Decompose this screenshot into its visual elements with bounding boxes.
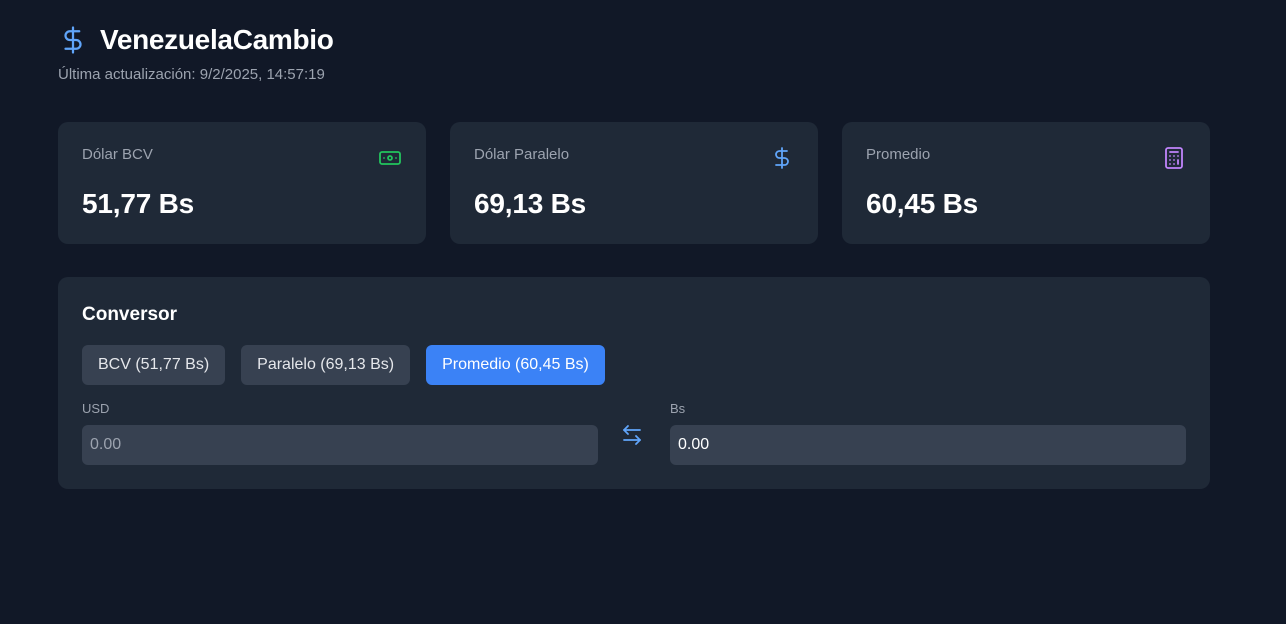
arrow-left-right-icon [620, 423, 648, 447]
card-label: Promedio [866, 146, 931, 163]
brand: VenezuelaCambio [58, 22, 334, 58]
converter-panel: Conversor BCV (51,77 Bs) Paralelo (69,13… [58, 277, 1210, 489]
dollar-sign-icon [58, 25, 88, 55]
last-updated: Última actualización: 9/2/2025, 14:57:19 [58, 66, 334, 83]
card-value: 69,13 Bs [474, 188, 587, 219]
bs-label: Bs [670, 401, 686, 416]
dollar-sign-icon [770, 146, 794, 170]
card-promedio: Promedio 60,45 Bs [842, 122, 1210, 244]
converter-fields: USD Bs [82, 401, 1186, 467]
bs-field-group: Bs [670, 401, 1186, 465]
usd-field-group: USD [82, 401, 598, 465]
banknote-icon [378, 146, 402, 170]
rate-cards: Dólar BCV 51,77 Bs Dólar Paralelo 69,13 … [58, 122, 1210, 244]
rate-button-bcv[interactable]: BCV (51,77 Bs) [82, 345, 226, 385]
bs-input[interactable] [670, 425, 1186, 465]
card-value: 51,77 Bs [82, 188, 195, 219]
card-label: Dólar Paralelo [474, 146, 570, 163]
card-label: Dólar BCV [82, 146, 153, 163]
card-value: 60,45 Bs [866, 188, 979, 219]
rate-selector: BCV (51,77 Bs) Paralelo (69,13 Bs) Prome… [82, 345, 1186, 385]
usd-label: USD [82, 401, 110, 416]
last-updated-label: Última actualización: [58, 66, 196, 83]
usd-input[interactable] [82, 425, 598, 465]
converter-title: Conversor [82, 304, 178, 325]
card-bcv: Dólar BCV 51,77 Bs [58, 122, 426, 244]
rate-button-promedio[interactable]: Promedio (60,45 Bs) [426, 345, 605, 385]
app-title: VenezuelaCambio [100, 24, 334, 55]
card-paralelo: Dólar Paralelo 69,13 Bs [450, 122, 818, 244]
header: VenezuelaCambio Última actualización: 9/… [58, 22, 334, 83]
rate-button-paralelo[interactable]: Paralelo (69,13 Bs) [241, 345, 411, 385]
swap-button[interactable] [620, 423, 648, 451]
calculator-icon [1162, 146, 1186, 170]
last-updated-value: 9/2/2025, 14:57:19 [199, 66, 325, 83]
